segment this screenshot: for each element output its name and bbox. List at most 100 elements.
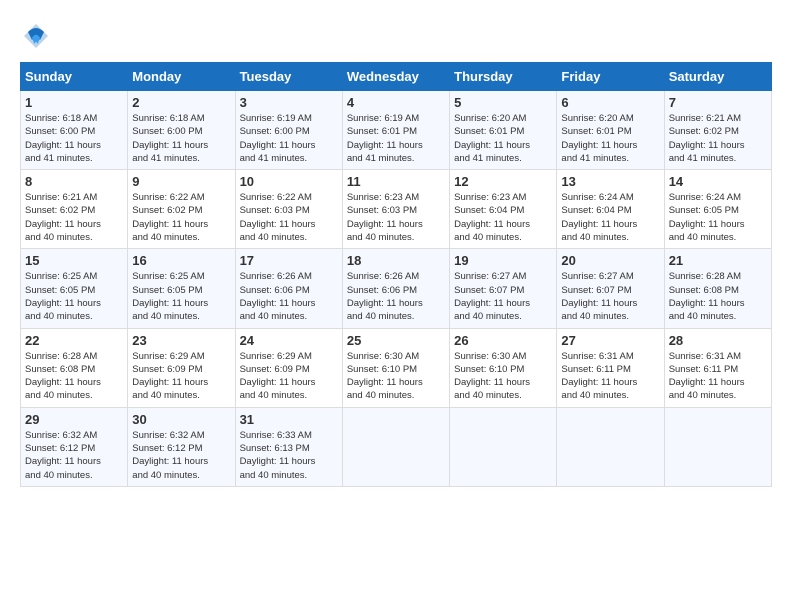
day-cell: 17 Sunrise: 6:26 AMSunset: 6:06 PMDayligh… <box>235 249 342 328</box>
header-cell-sunday: Sunday <box>21 63 128 91</box>
day-info: Sunrise: 6:29 AMSunset: 6:09 PMDaylight:… <box>132 350 230 403</box>
day-number: 10 <box>240 174 338 189</box>
day-number: 27 <box>561 333 659 348</box>
calendar-header: SundayMondayTuesdayWednesdayThursdayFrid… <box>21 63 772 91</box>
header-cell-monday: Monday <box>128 63 235 91</box>
week-row-4: 22 Sunrise: 6:28 AMSunset: 6:08 PMDayligh… <box>21 328 772 407</box>
day-cell: 28 Sunrise: 6:31 AMSunset: 6:11 PMDayligh… <box>664 328 771 407</box>
calendar-table: SundayMondayTuesdayWednesdayThursdayFrid… <box>20 62 772 487</box>
day-cell: 20 Sunrise: 6:27 AMSunset: 6:07 PMDayligh… <box>557 249 664 328</box>
day-info: Sunrise: 6:24 AMSunset: 6:04 PMDaylight:… <box>561 191 659 244</box>
day-number: 20 <box>561 253 659 268</box>
day-info: Sunrise: 6:22 AMSunset: 6:03 PMDaylight:… <box>240 191 338 244</box>
day-info: Sunrise: 6:25 AMSunset: 6:05 PMDaylight:… <box>132 270 230 323</box>
day-number: 26 <box>454 333 552 348</box>
day-info: Sunrise: 6:30 AMSunset: 6:10 PMDaylight:… <box>347 350 445 403</box>
header-row: SundayMondayTuesdayWednesdayThursdayFrid… <box>21 63 772 91</box>
day-cell: 6 Sunrise: 6:20 AMSunset: 6:01 PMDaylight… <box>557 91 664 170</box>
logo-icon <box>20 20 52 52</box>
day-cell: 11 Sunrise: 6:23 AMSunset: 6:03 PMDayligh… <box>342 170 449 249</box>
day-number: 12 <box>454 174 552 189</box>
day-number: 17 <box>240 253 338 268</box>
day-info: Sunrise: 6:33 AMSunset: 6:13 PMDaylight:… <box>240 429 338 482</box>
day-cell <box>557 407 664 486</box>
week-row-1: 1Sunrise: 6:18 AMSunset: 6:00 PMDaylight… <box>21 91 772 170</box>
day-number: 4 <box>347 95 445 110</box>
day-cell: 1Sunrise: 6:18 AMSunset: 6:00 PMDaylight… <box>21 91 128 170</box>
day-cell: 27 Sunrise: 6:31 AMSunset: 6:11 PMDayligh… <box>557 328 664 407</box>
day-number: 7 <box>669 95 767 110</box>
day-cell: 13 Sunrise: 6:24 AMSunset: 6:04 PMDayligh… <box>557 170 664 249</box>
day-number: 29 <box>25 412 123 427</box>
day-info: Sunrise: 6:19 AMSunset: 6:00 PMDaylight:… <box>240 112 338 165</box>
day-cell: 3 Sunrise: 6:19 AMSunset: 6:00 PMDaylight… <box>235 91 342 170</box>
day-cell: 16 Sunrise: 6:25 AMSunset: 6:05 PMDayligh… <box>128 249 235 328</box>
day-cell: 30 Sunrise: 6:32 AMSunset: 6:12 PMDayligh… <box>128 407 235 486</box>
day-cell: 5Sunrise: 6:20 AMSunset: 6:01 PMDaylight… <box>450 91 557 170</box>
day-number: 23 <box>132 333 230 348</box>
day-cell: 22 Sunrise: 6:28 AMSunset: 6:08 PMDayligh… <box>21 328 128 407</box>
day-number: 30 <box>132 412 230 427</box>
day-cell: 7 Sunrise: 6:21 AMSunset: 6:02 PMDaylight… <box>664 91 771 170</box>
day-cell: 14 Sunrise: 6:24 AMSunset: 6:05 PMDayligh… <box>664 170 771 249</box>
day-info: Sunrise: 6:26 AMSunset: 6:06 PMDaylight:… <box>240 270 338 323</box>
logo <box>20 20 56 52</box>
day-number: 2 <box>132 95 230 110</box>
day-number: 16 <box>132 253 230 268</box>
day-number: 3 <box>240 95 338 110</box>
day-number: 19 <box>454 253 552 268</box>
week-row-5: 29 Sunrise: 6:32 AMSunset: 6:12 PMDayligh… <box>21 407 772 486</box>
day-info: Sunrise: 6:20 AMSunset: 6:01 PMDaylight:… <box>561 112 659 165</box>
day-cell: 4 Sunrise: 6:19 AMSunset: 6:01 PMDaylight… <box>342 91 449 170</box>
day-cell: 9 Sunrise: 6:22 AMSunset: 6:02 PMDaylight… <box>128 170 235 249</box>
day-cell <box>450 407 557 486</box>
day-number: 14 <box>669 174 767 189</box>
page-header <box>20 20 772 52</box>
day-cell: 31 Sunrise: 6:33 AMSunset: 6:13 PMDayligh… <box>235 407 342 486</box>
day-number: 22 <box>25 333 123 348</box>
day-cell: 2 Sunrise: 6:18 AMSunset: 6:00 PMDaylight… <box>128 91 235 170</box>
day-info: Sunrise: 6:21 AMSunset: 6:02 PMDaylight:… <box>669 112 767 165</box>
day-number: 11 <box>347 174 445 189</box>
day-info: Sunrise: 6:31 AMSunset: 6:11 PMDaylight:… <box>669 350 767 403</box>
day-info: Sunrise: 6:19 AMSunset: 6:01 PMDaylight:… <box>347 112 445 165</box>
day-info: Sunrise: 6:27 AMSunset: 6:07 PMDaylight:… <box>561 270 659 323</box>
header-cell-friday: Friday <box>557 63 664 91</box>
header-cell-saturday: Saturday <box>664 63 771 91</box>
day-info: Sunrise: 6:25 AMSunset: 6:05 PMDaylight:… <box>25 270 123 323</box>
day-info: Sunrise: 6:31 AMSunset: 6:11 PMDaylight:… <box>561 350 659 403</box>
day-info: Sunrise: 6:24 AMSunset: 6:05 PMDaylight:… <box>669 191 767 244</box>
day-info: Sunrise: 6:30 AMSunset: 6:10 PMDaylight:… <box>454 350 552 403</box>
day-info: Sunrise: 6:21 AMSunset: 6:02 PMDaylight:… <box>25 191 123 244</box>
day-cell: 23 Sunrise: 6:29 AMSunset: 6:09 PMDayligh… <box>128 328 235 407</box>
day-info: Sunrise: 6:22 AMSunset: 6:02 PMDaylight:… <box>132 191 230 244</box>
day-number: 25 <box>347 333 445 348</box>
day-info: Sunrise: 6:28 AMSunset: 6:08 PMDaylight:… <box>25 350 123 403</box>
day-cell <box>664 407 771 486</box>
day-number: 31 <box>240 412 338 427</box>
header-cell-wednesday: Wednesday <box>342 63 449 91</box>
day-number: 28 <box>669 333 767 348</box>
day-number: 8 <box>25 174 123 189</box>
day-info: Sunrise: 6:18 AMSunset: 6:00 PMDaylight:… <box>132 112 230 165</box>
day-info: Sunrise: 6:23 AMSunset: 6:03 PMDaylight:… <box>347 191 445 244</box>
day-cell: 19Sunrise: 6:27 AMSunset: 6:07 PMDayligh… <box>450 249 557 328</box>
day-info: Sunrise: 6:32 AMSunset: 6:12 PMDaylight:… <box>132 429 230 482</box>
day-cell: 8 Sunrise: 6:21 AMSunset: 6:02 PMDaylight… <box>21 170 128 249</box>
week-row-2: 8 Sunrise: 6:21 AMSunset: 6:02 PMDaylight… <box>21 170 772 249</box>
day-number: 6 <box>561 95 659 110</box>
day-cell: 10 Sunrise: 6:22 AMSunset: 6:03 PMDayligh… <box>235 170 342 249</box>
day-number: 5 <box>454 95 552 110</box>
header-cell-tuesday: Tuesday <box>235 63 342 91</box>
day-info: Sunrise: 6:26 AMSunset: 6:06 PMDaylight:… <box>347 270 445 323</box>
week-row-3: 15 Sunrise: 6:25 AMSunset: 6:05 PMDayligh… <box>21 249 772 328</box>
day-number: 13 <box>561 174 659 189</box>
calendar-body: 1Sunrise: 6:18 AMSunset: 6:00 PMDaylight… <box>21 91 772 487</box>
day-number: 24 <box>240 333 338 348</box>
day-number: 9 <box>132 174 230 189</box>
day-info: Sunrise: 6:18 AMSunset: 6:00 PMDaylight:… <box>25 112 123 165</box>
day-cell <box>342 407 449 486</box>
day-info: Sunrise: 6:23 AMSunset: 6:04 PMDaylight:… <box>454 191 552 244</box>
day-number: 15 <box>25 253 123 268</box>
day-cell: 29Sunrise: 6:32 AMSunset: 6:12 PMDayligh… <box>21 407 128 486</box>
